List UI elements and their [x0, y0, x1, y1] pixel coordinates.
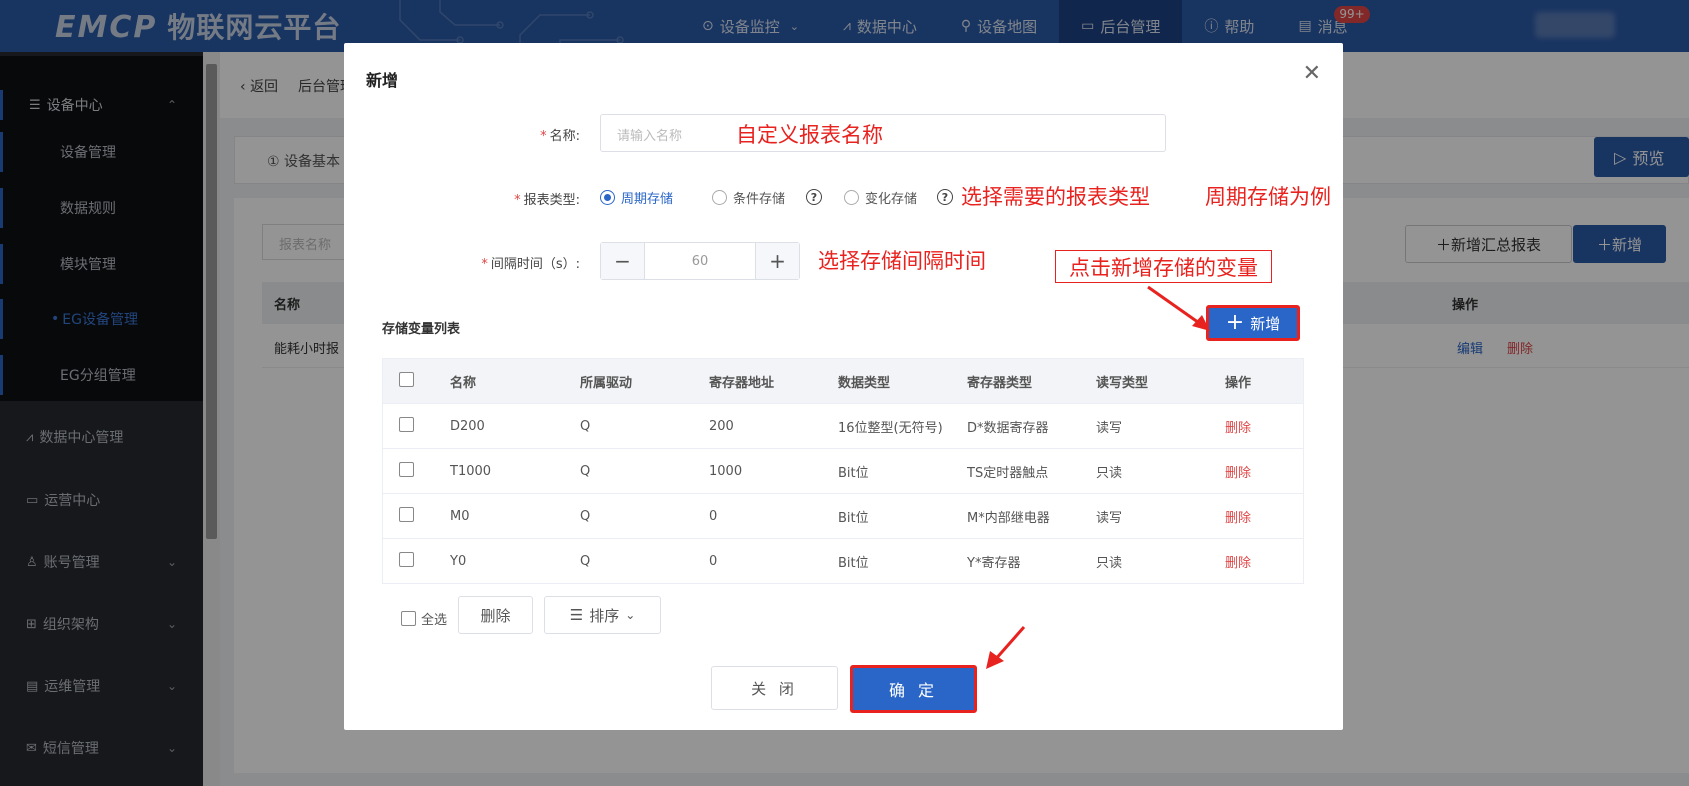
cell-register-type: D*数据寄存器 — [967, 420, 1049, 436]
row-checkbox[interactable] — [399, 416, 414, 432]
cell-driver: Q — [580, 553, 591, 569]
radio-periodic[interactable]: 周期存储 — [600, 188, 673, 207]
increase-button[interactable]: + — [755, 243, 799, 279]
name-input[interactable]: 请输入名称 — [600, 114, 1166, 152]
col-header: 寄存器地址 — [709, 375, 775, 391]
arrow-to-add-icon — [1147, 285, 1210, 331]
add-report-dialog: 新增 ✕ * 名称: 请输入名称 自定义报表名称 * 报表类型: 周期存储 条件存储… — [344, 43, 1343, 730]
help-icon[interactable]: ? — [937, 189, 953, 205]
col-header: 读写类型 — [1096, 375, 1149, 391]
row-checkbox[interactable] — [399, 506, 414, 522]
col-header: 操作 — [1225, 375, 1252, 391]
cell-address: 0 — [709, 553, 718, 569]
cell-address: 200 — [709, 418, 734, 434]
sort-icon: ☰ — [569, 606, 584, 624]
row-checkbox[interactable] — [399, 551, 414, 567]
decrease-button[interactable]: − — [601, 243, 645, 279]
col-header: 数据类型 — [838, 375, 891, 391]
variable-table: 名称 所属驱动 寄存器地址 数据类型 寄存器类型 读写类型 操作 D200 Q … — [382, 358, 1304, 584]
close-button[interactable]: 关 闭 — [711, 666, 838, 710]
cell-address: 1000 — [709, 463, 743, 479]
cell-rw-type: 读写 — [1096, 510, 1123, 526]
annotation-add: 点击新增存储的变量 — [1055, 250, 1272, 283]
delete-link[interactable]: 删除 — [1225, 462, 1295, 481]
annotation-name: 自定义报表名称 — [736, 123, 883, 147]
table-row: Y0 Q 0 Bit位 Y*寄存器 只读 删除 — [382, 539, 1304, 584]
batch-delete-button[interactable]: 删除 — [458, 596, 533, 634]
radio-conditional[interactable]: 条件存储 — [712, 188, 785, 207]
chevron-down-icon: ⌄ — [625, 608, 636, 622]
help-icon[interactable]: ? — [806, 189, 822, 205]
cell-data-type: Bit位 — [838, 555, 869, 571]
interval-label: * 间隔时间（s）: — [481, 257, 580, 272]
cell-driver: Q — [580, 508, 591, 524]
cell-driver: Q — [580, 463, 591, 479]
select-all-checkbox[interactable]: 全选 — [401, 609, 447, 628]
dialog-title: 新增 — [366, 71, 399, 90]
plus-icon: + — [1225, 310, 1245, 335]
report-type-label: * 报表类型: — [514, 193, 580, 208]
radio-change[interactable]: 变化存储 — [844, 188, 917, 207]
add-variable-button[interactable]: + 新增 — [1206, 305, 1300, 341]
cell-name: T1000 — [450, 463, 492, 479]
cell-name: Y0 — [450, 553, 467, 569]
table-header: 名称 所属驱动 寄存器地址 数据类型 寄存器类型 读写类型 操作 — [382, 358, 1304, 404]
cell-data-type: Bit位 — [838, 465, 869, 481]
col-header: 寄存器类型 — [967, 375, 1033, 391]
cell-rw-type: 只读 — [1096, 465, 1123, 481]
cell-data-type: Bit位 — [838, 510, 869, 526]
confirm-button[interactable]: 确 定 — [850, 665, 977, 713]
row-checkbox[interactable] — [399, 461, 414, 477]
col-header: 名称 — [450, 375, 477, 391]
col-header: 所属驱动 — [580, 375, 633, 391]
sort-button[interactable]: ☰ 排序 ⌄ — [544, 596, 661, 634]
delete-link[interactable]: 删除 — [1225, 552, 1295, 571]
cell-register-type: TS定时器触点 — [967, 465, 1049, 481]
close-icon[interactable]: ✕ — [1303, 61, 1321, 86]
cell-register-type: Y*寄存器 — [967, 555, 1021, 571]
cell-rw-type: 读写 — [1096, 420, 1123, 436]
cell-driver: Q — [580, 418, 591, 434]
annotation-interval: 选择存储间隔时间 — [818, 249, 986, 273]
delete-link[interactable]: 删除 — [1225, 507, 1295, 526]
cell-name: D200 — [450, 418, 485, 434]
cell-rw-type: 只读 — [1096, 555, 1123, 571]
annotation-type: 选择需要的报表类型 — [961, 185, 1150, 209]
cell-address: 0 — [709, 508, 718, 524]
table-row: D200 Q 200 16位整型(无符号) D*数据寄存器 读写 删除 — [382, 404, 1304, 449]
cell-register-type: M*内部继电器 — [967, 510, 1050, 526]
interval-stepper: − 60 + — [600, 242, 800, 280]
arrow-to-confirm-icon — [986, 626, 1026, 669]
header-checkbox[interactable] — [399, 371, 414, 387]
cell-data-type: 16位整型(无符号) — [838, 420, 943, 436]
cell-name: M0 — [450, 508, 470, 524]
annotation-type-example: 周期存储为例 — [1205, 185, 1331, 209]
variable-list-title: 存储变量列表 — [382, 322, 461, 337]
table-row: M0 Q 0 Bit位 M*内部继电器 读写 删除 — [382, 494, 1304, 539]
table-row: T1000 Q 1000 Bit位 TS定时器触点 只读 删除 — [382, 449, 1304, 494]
delete-link[interactable]: 删除 — [1225, 417, 1295, 436]
interval-value[interactable]: 60 — [645, 243, 755, 279]
name-label: * 名称: — [540, 129, 580, 144]
